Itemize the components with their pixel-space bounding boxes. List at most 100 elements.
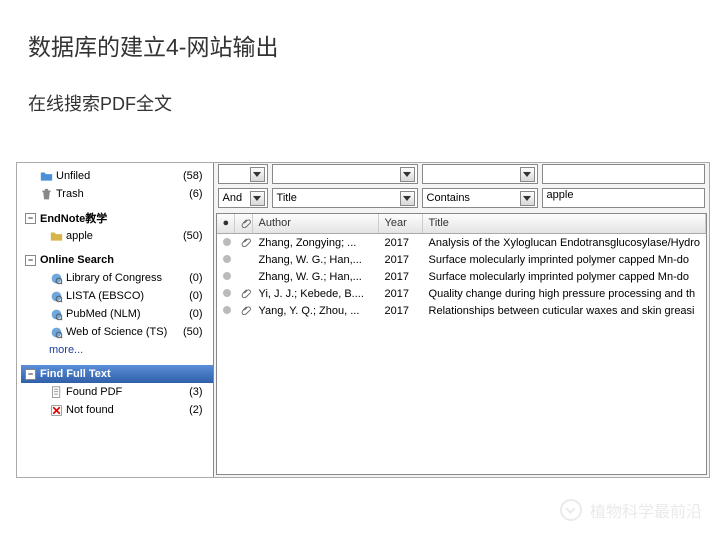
sidebar-count: (58)	[183, 170, 209, 182]
col-author[interactable]: Author	[253, 214, 379, 233]
sidebar-count: (0)	[189, 290, 208, 302]
sidebar-label: more...	[49, 344, 209, 356]
paperclip-icon	[241, 219, 252, 231]
sidebar-item-lista[interactable]: LISTA (EBSCO) (0)	[21, 287, 213, 305]
col-title[interactable]: Title	[423, 214, 706, 233]
search-field-select[interactable]	[272, 164, 418, 184]
group-online-search[interactable]: − Online Search	[21, 251, 213, 269]
read-dot	[217, 237, 235, 249]
group-endnote[interactable]: − EndNote教学	[21, 209, 213, 227]
cell-year: 2017	[379, 305, 423, 317]
sidebar-count: (6)	[189, 188, 208, 200]
sidebar-count: (2)	[189, 404, 208, 416]
sidebar-label: apple	[66, 230, 183, 242]
cell-title: Quality change during high pressure proc…	[423, 288, 706, 300]
wechat-icon	[560, 499, 582, 521]
cell-author: Zhang, Zongying; ...	[253, 237, 379, 249]
sidebar-item-found-pdf[interactable]: Found PDF (3)	[21, 383, 213, 401]
sidebar: Unfiled (58) Trash (6) − EndNote教学 apple…	[17, 163, 214, 477]
cell-year: 2017	[379, 271, 423, 283]
cell-author: Yang, Y. Q.; Zhou, ...	[253, 305, 379, 317]
cell-year: 2017	[379, 237, 423, 249]
collapse-icon[interactable]: −	[25, 255, 36, 266]
globe-icon	[49, 325, 63, 339]
globe-icon	[49, 307, 63, 321]
search-op-select[interactable]: And	[218, 188, 268, 208]
search-cond-select[interactable]	[422, 164, 538, 184]
globe-icon	[49, 289, 63, 303]
sidebar-item-unfiled[interactable]: Unfiled (58)	[21, 167, 213, 185]
sidebar-item-not-found[interactable]: Not found (2)	[21, 401, 213, 419]
paperclip-icon	[241, 289, 252, 301]
cell-author: Yi, J. J.; Kebede, B....	[253, 288, 379, 300]
sidebar-count: (50)	[183, 230, 209, 242]
table-row[interactable]: Yang, Y. Q.; Zhou, ...2017Relationships …	[217, 302, 706, 319]
group-label: EndNote教学	[40, 210, 209, 226]
collapse-icon[interactable]: −	[25, 369, 36, 380]
folder-icon	[39, 169, 53, 183]
search-value-input[interactable]	[542, 164, 705, 184]
sidebar-label: Unfiled	[56, 170, 183, 182]
read-dot	[217, 254, 235, 266]
table-row[interactable]: Zhang, Zongying; ...2017Analysis of the …	[217, 234, 706, 251]
group-find-full-text[interactable]: − Find Full Text	[21, 365, 213, 383]
slide-title: 数据库的建立4-网站输出	[0, 0, 720, 62]
sidebar-count: (3)	[189, 386, 208, 398]
collapse-icon[interactable]: −	[25, 213, 36, 224]
folder-icon	[49, 229, 63, 243]
group-label: Online Search	[40, 254, 209, 266]
sidebar-label: Library of Congress	[66, 272, 189, 284]
sidebar-item-loc[interactable]: Library of Congress (0)	[21, 269, 213, 287]
group-label: Find Full Text	[40, 368, 209, 380]
endnote-window: Unfiled (58) Trash (6) − EndNote教学 apple…	[16, 162, 710, 478]
chevron-down-icon	[400, 167, 415, 182]
cell-year: 2017	[379, 254, 423, 266]
sidebar-label: Found PDF	[66, 386, 189, 398]
trash-icon	[39, 187, 53, 201]
search-op-select[interactable]	[218, 164, 268, 184]
sidebar-label: Web of Science (TS)	[66, 326, 183, 338]
read-dot	[217, 288, 235, 300]
cell-title: Surface molecularly imprinted polymer ca…	[423, 271, 706, 283]
table-row[interactable]: Yi, J. J.; Kebede, B....2017Quality chan…	[217, 285, 706, 302]
search-field-select[interactable]: Title	[272, 188, 418, 208]
chevron-down-icon	[400, 191, 415, 206]
attach-cell	[235, 304, 253, 318]
search-cond-select[interactable]: Contains	[422, 188, 538, 208]
sidebar-item-more[interactable]: more...	[21, 341, 213, 359]
search-row-0	[218, 163, 705, 185]
x-icon	[49, 403, 63, 417]
sidebar-label: Trash	[56, 188, 189, 200]
cell-title: Analysis of the Xyloglucan Endotransgluc…	[423, 237, 706, 249]
watermark-text: 植物科学最前沿	[590, 498, 702, 522]
col-read[interactable]: ●	[217, 214, 235, 233]
results-body: Zhang, Zongying; ...2017Analysis of the …	[217, 234, 706, 319]
read-dot	[217, 271, 235, 283]
main-pane: And Title Contains apple ● Author Year T…	[214, 163, 709, 477]
sidebar-label: PubMed (NLM)	[66, 308, 189, 320]
watermark: 植物科学最前沿	[560, 498, 702, 522]
sidebar-item-trash[interactable]: Trash (6)	[21, 185, 213, 203]
attach-cell	[235, 236, 253, 250]
cell-title: Relationships between cuticular waxes an…	[423, 305, 706, 317]
sidebar-count: (0)	[189, 308, 208, 320]
col-attach[interactable]	[235, 214, 253, 233]
chevron-down-icon	[250, 191, 265, 206]
search-value-input[interactable]: apple	[542, 188, 705, 208]
sidebar-count: (50)	[183, 326, 209, 338]
page-icon	[49, 385, 63, 399]
table-row[interactable]: Zhang, W. G.; Han,...2017Surface molecul…	[217, 268, 706, 285]
sidebar-item-pubmed[interactable]: PubMed (NLM) (0)	[21, 305, 213, 323]
cell-author: Zhang, W. G.; Han,...	[253, 271, 379, 283]
results-grid: ● Author Year Title Zhang, Zongying; ...…	[216, 213, 707, 475]
read-dot	[217, 305, 235, 317]
sidebar-item-wos[interactable]: Web of Science (TS) (50)	[21, 323, 213, 341]
col-year[interactable]: Year	[379, 214, 423, 233]
chevron-down-icon	[250, 167, 265, 182]
search-bar: And Title Contains apple	[214, 163, 709, 213]
results-header: ● Author Year Title	[217, 214, 706, 234]
sidebar-item-apple[interactable]: apple (50)	[21, 227, 213, 245]
table-row[interactable]: Zhang, W. G.; Han,...2017Surface molecul…	[217, 251, 706, 268]
slide-subtitle: 在线搜索PDF全文	[0, 62, 720, 116]
paperclip-icon	[241, 238, 252, 250]
